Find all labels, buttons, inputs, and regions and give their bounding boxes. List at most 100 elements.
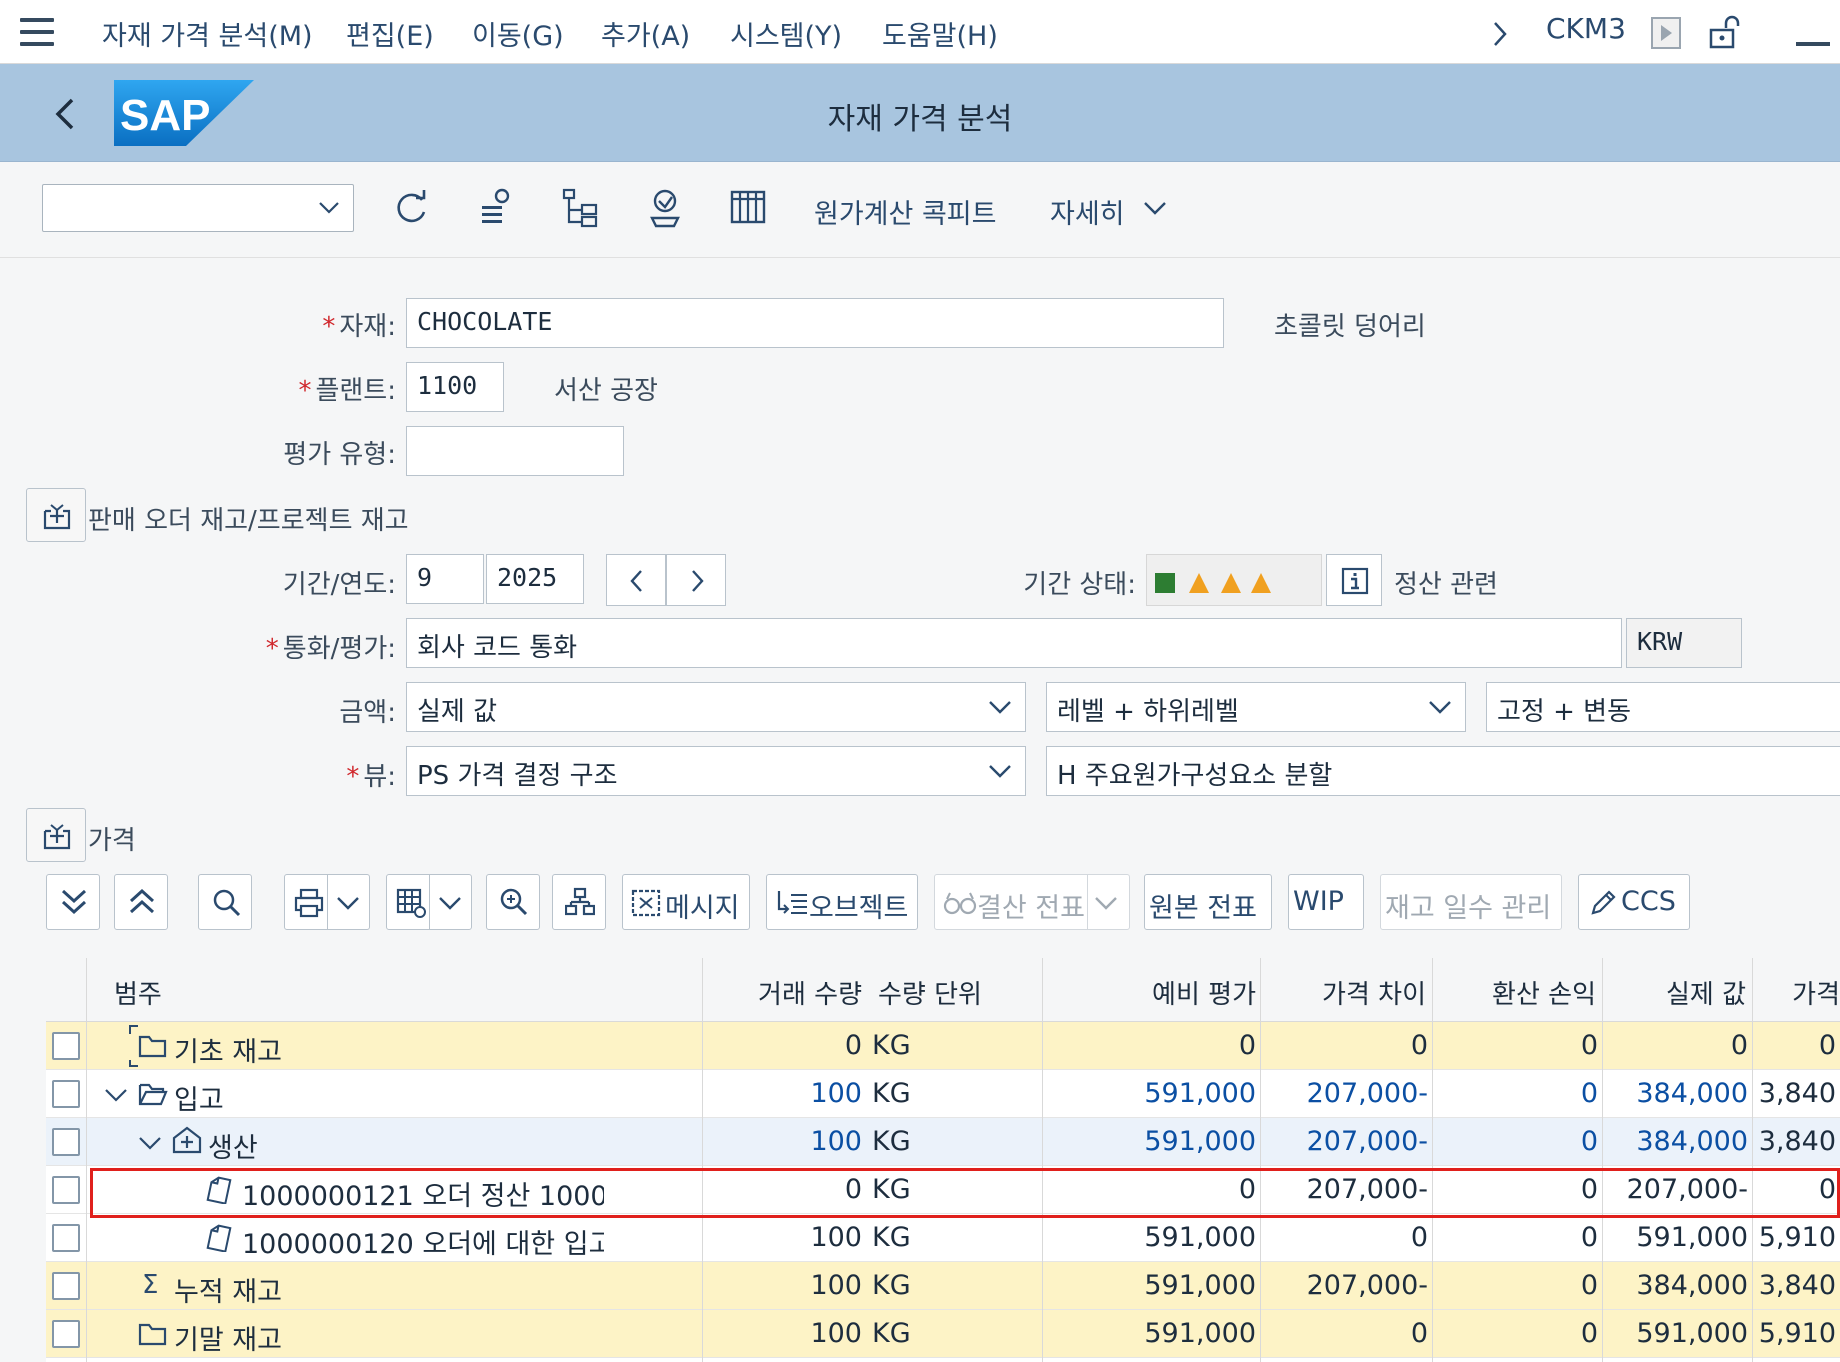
object-button[interactable]: 오브젝트 xyxy=(766,874,918,930)
cost-component-split-field[interactable]: H 주요원가구성요소 분할 xyxy=(1046,746,1840,796)
price-cell: 5,910 xyxy=(1758,1222,1836,1253)
row-select-checkbox[interactable] xyxy=(52,1128,80,1156)
column-divider[interactable] xyxy=(1260,958,1261,1362)
prelim-cell: 0 xyxy=(1238,1030,1256,1061)
status-warning-triangle-icon xyxy=(1251,573,1271,593)
qty-cell[interactable]: 100 xyxy=(636,1126,862,1157)
settlement-document-button[interactable]: 결산 전표 xyxy=(934,874,1130,930)
fixed-variable-select[interactable]: 고정 + 변동 xyxy=(1486,682,1840,732)
column-divider[interactable] xyxy=(1042,958,1043,1362)
exch-cell: 0 xyxy=(1580,1174,1598,1205)
column-divider[interactable] xyxy=(1602,958,1603,1362)
column-divider[interactable] xyxy=(702,958,703,1362)
transaction-code: CKM3 xyxy=(1546,12,1626,45)
menu-goto[interactable]: 이동(G) xyxy=(472,14,564,53)
ccs-button[interactable]: CCS xyxy=(1578,874,1690,930)
structure-button[interactable] xyxy=(552,874,606,930)
diff-cell: 0 xyxy=(1410,1318,1428,1349)
menu-help[interactable]: 도움말(H) xyxy=(882,14,998,53)
collapse-all-button[interactable] xyxy=(114,874,168,930)
table-columns-icon[interactable] xyxy=(728,186,770,230)
diff-cell[interactable]: 207,000- xyxy=(1266,1126,1428,1157)
chevron-down-icon[interactable] xyxy=(138,1134,162,1152)
source-document-button[interactable]: 원본 전표 xyxy=(1144,874,1272,930)
menu-extras[interactable]: 추가(A) xyxy=(601,14,690,53)
menu-material-price-analysis[interactable]: 자재 가격 분석(M) xyxy=(102,14,313,53)
header-exchange-gain-loss[interactable]: 환산 손익 xyxy=(1436,974,1596,1011)
sigma-icon: Σ xyxy=(142,1270,159,1300)
prelim-cell[interactable]: 591,000 xyxy=(1046,1078,1256,1109)
unlock-icon[interactable] xyxy=(1708,14,1744,50)
currency-valuation-input[interactable]: 회사 코드 통화 xyxy=(406,618,1622,668)
chevron-right-icon[interactable] xyxy=(1490,20,1510,48)
inventory-days-button[interactable]: 재고 일수 관리 xyxy=(1380,874,1562,930)
menu-edit[interactable]: 편집(E) xyxy=(346,14,434,53)
expand-sales-order-button[interactable] xyxy=(26,488,86,542)
level-select[interactable]: 레벨 + 하위레벨 xyxy=(1046,682,1466,732)
table-row[interactable]: 1000000121 오더 정산 1000040 0 KG 0 207,000-… xyxy=(46,1166,1840,1214)
message-button[interactable]: 메시지 xyxy=(622,874,750,930)
print-menu-button[interactable] xyxy=(284,874,370,930)
search-button[interactable] xyxy=(198,874,252,930)
layout-menu-button[interactable] xyxy=(386,874,472,930)
diff-cell[interactable]: 207,000- xyxy=(1266,1078,1428,1109)
next-period-button[interactable] xyxy=(666,554,726,606)
actual-cell[interactable]: 384,000 xyxy=(1606,1126,1748,1157)
zoom-details-button[interactable] xyxy=(486,874,540,930)
chevron-down-icon[interactable] xyxy=(104,1086,128,1104)
exch-cell[interactable]: 0 xyxy=(1436,1078,1598,1109)
table-row[interactable]: Σ 누적 재고 100 KG 591,000 207,000- 0 384,00… xyxy=(46,1262,1840,1310)
header-unit[interactable]: 수량 단위 xyxy=(878,974,982,1011)
qty-cell[interactable]: 100 xyxy=(636,1078,862,1109)
table-row[interactable]: 생산 100 KG 591,000 207,000- 0 384,000 3,8… xyxy=(46,1118,1840,1166)
view-select[interactable]: PS 가격 결정 구조 xyxy=(406,746,1026,796)
plant-input[interactable]: 1100 xyxy=(406,362,504,412)
expand-price-section-button[interactable] xyxy=(26,808,86,862)
cost-component-icon[interactable] xyxy=(644,186,686,230)
menu-system[interactable]: 시스템(Y) xyxy=(730,14,842,53)
period-input[interactable]: 9 xyxy=(406,554,484,604)
header-price-difference[interactable]: 가격 차이 xyxy=(1266,974,1426,1011)
header-transaction-qty[interactable]: 거래 수량 xyxy=(702,974,862,1011)
valuation-type-input[interactable] xyxy=(406,426,624,476)
row-select-checkbox[interactable] xyxy=(52,1080,80,1108)
display-list-icon[interactable] xyxy=(476,186,518,230)
refresh-icon[interactable] xyxy=(390,186,432,230)
row-select-checkbox[interactable] xyxy=(52,1320,80,1348)
table-row[interactable]: 입고 100 KG 591,000 207,000- 0 384,000 3,8… xyxy=(46,1070,1840,1118)
hamburger-menu-icon[interactable] xyxy=(20,18,54,46)
header-preliminary-valuation[interactable]: 예비 평가 xyxy=(1056,974,1256,1011)
row-select-checkbox[interactable] xyxy=(52,1032,80,1060)
object-list-icon xyxy=(777,891,807,914)
exch-cell[interactable]: 0 xyxy=(1436,1126,1598,1157)
minimize-icon[interactable] xyxy=(1796,42,1830,46)
hierarchy-icon[interactable] xyxy=(560,186,602,230)
expand-all-button[interactable] xyxy=(46,874,100,930)
actual-cell[interactable]: 384,000 xyxy=(1606,1078,1748,1109)
header-price[interactable]: 가격 xyxy=(1756,974,1840,1011)
column-divider[interactable] xyxy=(1752,958,1753,1362)
row-select-checkbox[interactable] xyxy=(52,1176,80,1204)
table-row[interactable]: 기초 재고 0 KG 0 0 0 0 0 xyxy=(46,1022,1840,1070)
column-divider[interactable] xyxy=(1432,958,1433,1362)
row-select-checkbox[interactable] xyxy=(52,1224,80,1252)
row-select-checkbox[interactable] xyxy=(52,1272,80,1300)
wip-button[interactable]: WIP xyxy=(1288,874,1364,930)
prelim-cell[interactable]: 591,000 xyxy=(1046,1126,1256,1157)
year-input[interactable]: 2025 xyxy=(486,554,584,604)
org-structure-icon xyxy=(565,887,595,916)
zoom-in-icon xyxy=(500,888,528,916)
info-button[interactable] xyxy=(1326,554,1382,606)
header-category[interactable]: 범주 xyxy=(114,974,162,1011)
amount-select[interactable]: 실제 값 xyxy=(406,682,1026,732)
table-row[interactable]: 1000000120 오더에 대한 입고 1000040 100 KG 591,… xyxy=(46,1214,1840,1262)
material-input[interactable]: CHOCOLATE xyxy=(406,298,1224,348)
more-button[interactable]: 자세히 xyxy=(1050,192,1125,231)
table-row[interactable]: 기말 재고 100 KG 591,000 0 0 591,000 5,910 xyxy=(46,1310,1840,1358)
execute-play-icon[interactable] xyxy=(1650,16,1682,50)
variant-select[interactable] xyxy=(42,184,354,232)
previous-period-button[interactable] xyxy=(606,554,666,606)
document-icon xyxy=(206,1176,232,1204)
costing-cockpit-button[interactable]: 원가계산 콕피트 xyxy=(814,192,996,231)
header-actual-value[interactable]: 실제 값 xyxy=(1606,974,1746,1011)
